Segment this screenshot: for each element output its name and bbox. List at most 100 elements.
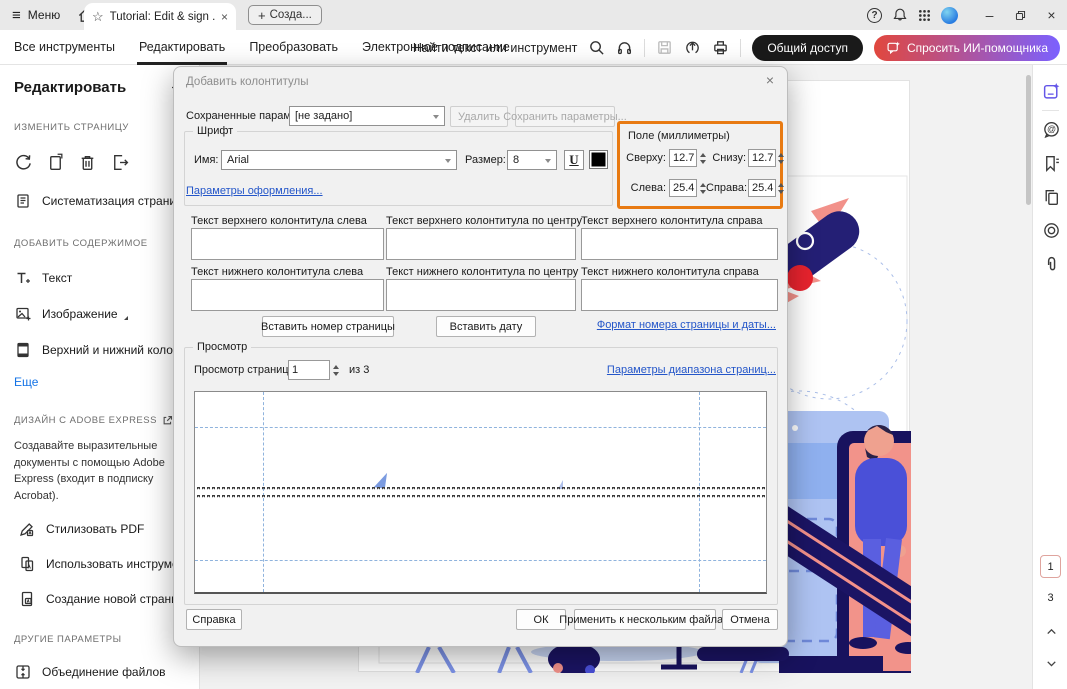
destinations-target-icon[interactable] [1041, 220, 1061, 240]
sidebar-item-new-page[interactable]: Создание новой страницы [18, 590, 193, 608]
sidebar-item-header-footer[interactable]: Верхний и нижний колонтитуль [14, 341, 199, 359]
footer-right-label: Текст нижнего колонтитула справа [581, 266, 759, 278]
footer-right-input[interactable] [581, 279, 778, 311]
footer-center-input[interactable] [386, 279, 576, 311]
sidebar-item-image[interactable]: Изображение [14, 305, 187, 323]
rotate-page-icon[interactable] [14, 153, 33, 172]
left-margin-guide [263, 392, 264, 592]
margin-right-field[interactable]: 25.4 [748, 179, 776, 197]
text-tool-icon [14, 269, 32, 287]
comments-icon[interactable]: @ [1041, 119, 1061, 139]
right-margin-guide [699, 392, 700, 592]
crop-page-icon[interactable] [46, 153, 65, 172]
minimize-button[interactable]: – [974, 0, 1005, 30]
new-tab-label: Созда... [269, 9, 312, 21]
number-date-format-link[interactable]: Формат номера страницы и даты... [597, 319, 776, 331]
restore-button[interactable] [1005, 0, 1036, 30]
footer-left-input[interactable] [191, 279, 384, 311]
share-button[interactable]: Общий доступ [752, 34, 863, 61]
preview-page-spinner[interactable] [331, 361, 341, 379]
print-icon[interactable] [712, 39, 729, 56]
sidebar-item-text[interactable]: Текст [14, 269, 187, 287]
vertical-scrollbar-thumb[interactable] [1026, 75, 1031, 205]
saved-settings-dropdown[interactable]: [не задано] [289, 106, 445, 126]
font-size-label: Размер: [465, 154, 506, 166]
favorite-star-icon[interactable]: ☆ [92, 9, 104, 25]
tab-close-icon[interactable]: × [221, 10, 228, 24]
help-button[interactable]: Справка [186, 609, 242, 630]
nav-all-tools[interactable]: Все инструменты [2, 30, 127, 65]
save-settings-button[interactable]: Сохранить параметры... [503, 106, 627, 127]
top-margin-guide [195, 427, 766, 428]
nav-edit[interactable]: Редактировать [127, 30, 237, 65]
menu-button[interactable]: Меню [28, 8, 60, 22]
preview-page-field[interactable]: 1 [288, 360, 330, 380]
section-modify-page: ИЗМЕНИТЬ СТРАНИЦУ [14, 122, 129, 133]
margin-bottom-spinner[interactable] [776, 149, 786, 167]
underline-button[interactable]: U [564, 150, 584, 170]
cancel-button[interactable]: Отмена [722, 609, 778, 630]
font-name-dropdown[interactable]: Arial [221, 150, 457, 170]
search-icon[interactable] [588, 39, 605, 56]
sidebar-item-use-tool[interactable]: Использовать инструмент... [18, 555, 199, 573]
avatar[interactable] [937, 0, 962, 30]
header-right-input[interactable] [581, 228, 778, 260]
margin-top-field[interactable]: 12.7 [669, 149, 697, 167]
search-text[interactable]: Найти текст или инструмент [413, 41, 577, 55]
bookmarks-icon[interactable] [1041, 153, 1061, 173]
header-center-input[interactable] [386, 228, 576, 260]
margin-right-spinner[interactable] [776, 179, 786, 197]
page-range-options-link[interactable]: Параметры диапазона страниц... [607, 364, 776, 376]
delete-settings-button[interactable]: Удалить [450, 106, 508, 127]
new-tab-button[interactable]: + Созда... [248, 5, 322, 25]
current-page-box[interactable]: 1 [1040, 555, 1061, 578]
header-left-input[interactable] [191, 228, 384, 260]
footer-center-label: Текст нижнего колонтитула по центру [386, 266, 579, 278]
font-color-swatch[interactable] [589, 150, 608, 169]
help-icon[interactable]: ? [862, 0, 887, 30]
attachments-paperclip-icon[interactable] [1041, 254, 1061, 274]
apply-multiple-files-button[interactable]: Применить к нескольким файлам [559, 609, 731, 630]
section-adobe-express: ДИЗАЙН С ADOBE EXPRESS [14, 415, 157, 426]
font-name-label: Имя: [194, 154, 219, 166]
delete-page-icon[interactable] [78, 153, 97, 172]
appearance-options-link[interactable]: Параметры оформления... [186, 185, 323, 197]
combine-files-label: Объединение файлов [42, 665, 166, 679]
section-other-options: ДРУГИЕ ПАРАМЕТРЫ [14, 634, 122, 645]
document-tab[interactable]: ☆ Tutorial: Edit & sign ... × [84, 3, 236, 30]
saved-settings-value: [не задано] [295, 110, 353, 122]
chevron-up-icon[interactable] [1041, 621, 1061, 641]
sidebar-item-combine-files[interactable]: Объединение файлов [14, 663, 187, 681]
current-page-value: 1 [1047, 560, 1054, 573]
margin-bottom-field[interactable]: 12.7 [748, 149, 776, 167]
apps-grid-icon[interactable] [912, 0, 937, 30]
nav-convert[interactable]: Преобразовать [237, 30, 350, 65]
font-name-value: Arial [227, 154, 250, 166]
page-thumbnails-icon[interactable] [1041, 187, 1061, 207]
sidebar-item-organize-pages[interactable]: Систематизация страниц [14, 192, 187, 210]
sidebar-item-stylize-pdf[interactable]: Стилизовать PDF [18, 520, 187, 538]
stylize-pdf-icon [18, 520, 36, 538]
read-aloud-headphones-icon[interactable] [616, 39, 633, 56]
insert-date-button[interactable]: Вставить дату [436, 316, 536, 337]
extract-page-icon[interactable] [110, 153, 129, 172]
ask-ai-label: Спросить ИИ-помощника [906, 40, 1048, 55]
acrobat-window: ≡ Меню ☆ Tutorial: Edit & sign ... × + С… [0, 0, 1067, 689]
ai-assistant-icon[interactable] [1041, 81, 1061, 101]
menu-hamburger-icon[interactable]: ≡ [12, 8, 21, 23]
right-panel: @ 1 3 [1032, 65, 1067, 689]
header-right-label: Текст верхнего колонтитула справа [581, 215, 763, 227]
notifications-bell-icon[interactable] [887, 0, 912, 30]
font-size-dropdown[interactable]: 8 [507, 150, 557, 170]
upload-share-icon[interactable] [684, 39, 701, 56]
dialog-close-icon[interactable]: × [766, 73, 774, 87]
more-link[interactable]: Еще [14, 375, 38, 389]
margin-bottom-label: Снизу: [712, 152, 746, 164]
close-window-button[interactable]: × [1036, 0, 1067, 30]
margin-left-field[interactable]: 25.4 [669, 179, 697, 197]
insert-page-number-button[interactable]: Вставить номер страницы [261, 316, 395, 337]
add-header-footer-dialog: Добавить колонтитулы × Сохраненные парам… [173, 66, 788, 647]
chevron-down-icon[interactable] [1041, 653, 1061, 673]
ask-ai-button[interactable]: Спросить ИИ-помощника [873, 34, 1060, 61]
titlebar: ≡ Меню ☆ Tutorial: Edit & sign ... × + С… [0, 0, 1067, 30]
